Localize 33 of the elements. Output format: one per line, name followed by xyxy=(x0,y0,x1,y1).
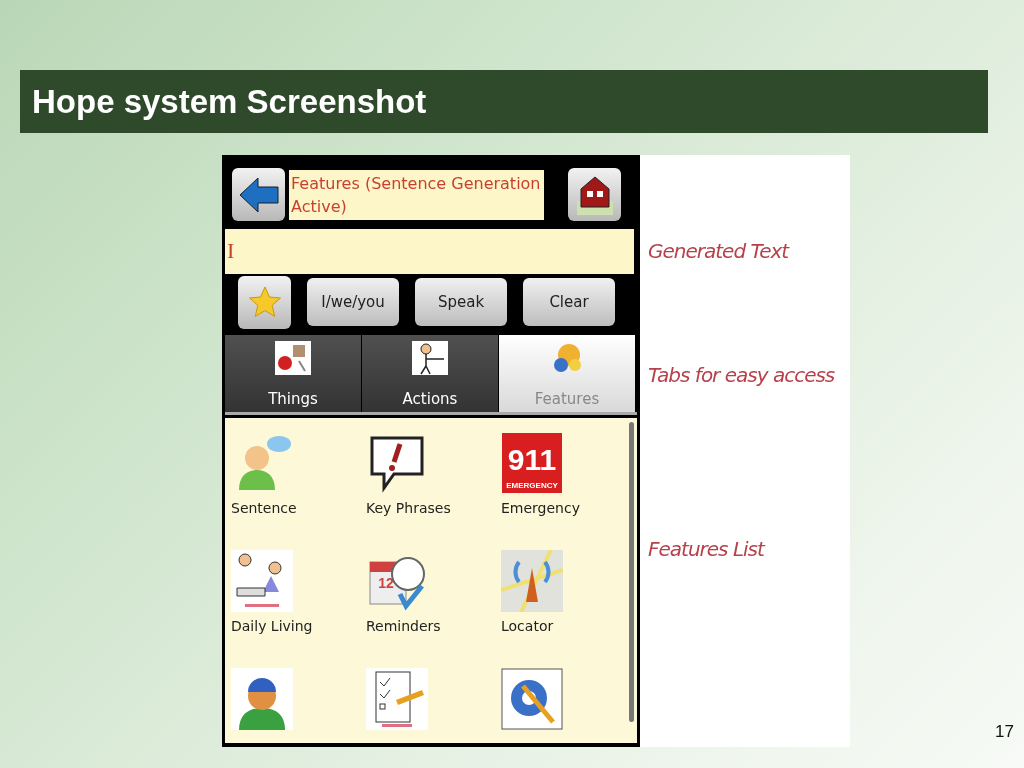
star-icon xyxy=(247,285,282,320)
generated-text-field[interactable]: I xyxy=(225,229,634,274)
emergency-sign-icon: 911 EMERGENCY xyxy=(501,431,563,494)
annotation-text: Generated Text xyxy=(648,239,791,263)
slide-title: Hope system Screenshot xyxy=(32,82,427,121)
scrollbar[interactable] xyxy=(629,421,634,722)
tab[interactable]: Things xyxy=(225,334,361,412)
person-cap-icon xyxy=(231,667,293,730)
home-button[interactable] xyxy=(568,168,621,221)
figures-drawing-icon xyxy=(231,549,293,612)
favorite-button[interactable] xyxy=(238,275,291,329)
screen-title: Features (Sentence Generation Active) xyxy=(289,169,544,220)
checklist-pencil-icon xyxy=(366,667,428,730)
tab[interactable]: Actions xyxy=(362,334,498,412)
action-button[interactable]: Clear xyxy=(523,278,615,327)
map-antenna-icon xyxy=(501,549,563,612)
annotation-text: Features List xyxy=(648,537,767,561)
stick-figure-icon xyxy=(412,340,448,375)
annotation-text: Tabs for easy access xyxy=(648,363,836,387)
feature-label[interactable]: Sentence xyxy=(231,499,297,516)
back-button[interactable] xyxy=(232,168,285,221)
feature-label[interactable]: Daily Living xyxy=(231,617,313,634)
back-arrow-icon xyxy=(237,175,280,214)
feature-label[interactable]: Locator xyxy=(501,617,554,634)
page-number: 17 xyxy=(995,722,1014,742)
action-button[interactable]: Speak xyxy=(415,278,507,327)
feature-label[interactable]: Emergency xyxy=(501,499,580,516)
feature-label[interactable]: Key Phrases xyxy=(366,499,451,516)
gear-wrench-icon xyxy=(501,667,563,730)
feature-label[interactable]: Reminders xyxy=(366,617,441,634)
objects-icon xyxy=(275,340,311,375)
action-button[interactable]: I/we/you xyxy=(307,278,399,327)
house-icon xyxy=(576,174,613,215)
